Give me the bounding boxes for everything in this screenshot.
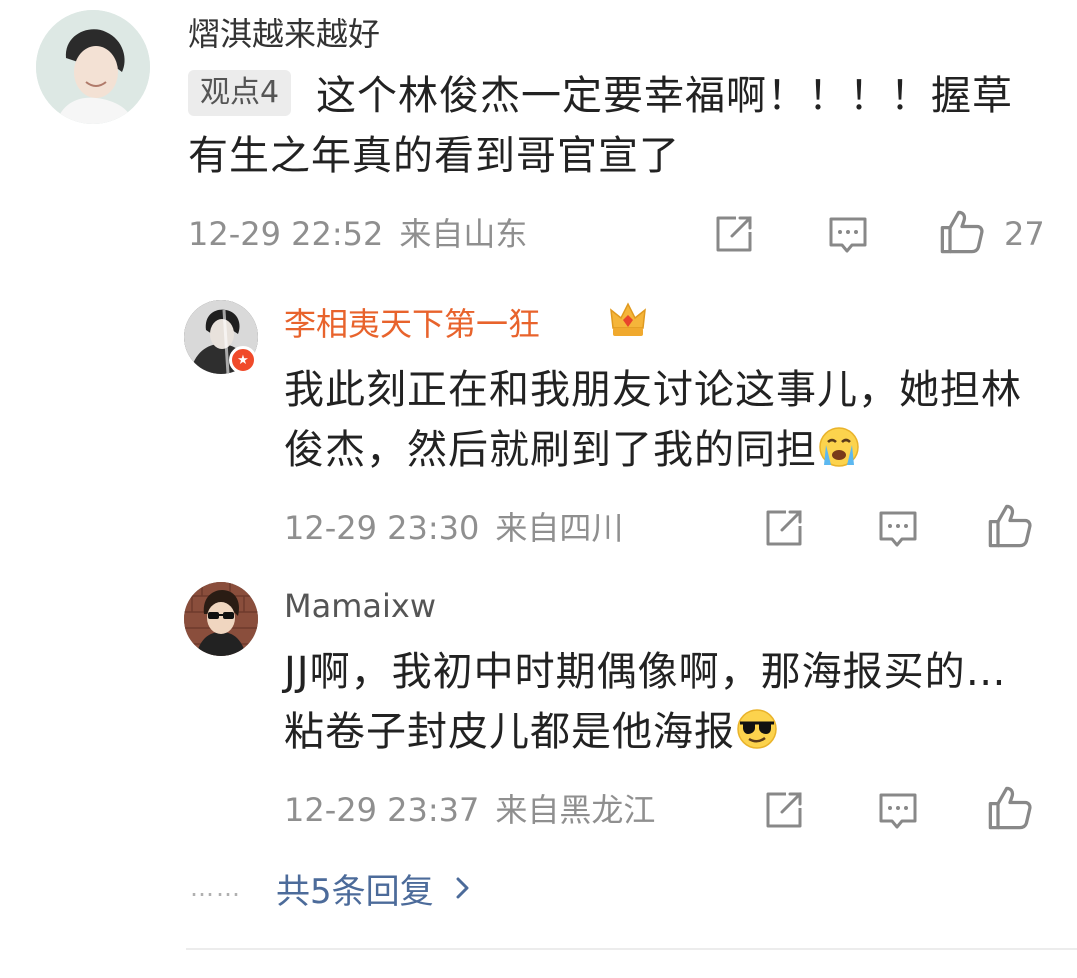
divider: [186, 948, 1077, 950]
sunglasses-face-icon: [737, 709, 777, 749]
avatar[interactable]: [36, 10, 150, 124]
like-count: 27: [1004, 215, 1045, 253]
reply-username[interactable]: 李相夷天下第一狂: [284, 304, 540, 344]
view-all-replies-link[interactable]: …… 共5条回复: [190, 864, 472, 913]
reply-location: 来自四川: [495, 509, 624, 547]
comment-time: 12-29 22:52: [188, 215, 384, 253]
comment-thread: 熠淇越来越好 观点4 这个林俊杰一定要幸福啊！！！！握草有生之年真的看到哥官宣了…: [0, 0, 1077, 978]
thumbs-up-icon[interactable]: [986, 502, 1034, 550]
comment-icon[interactable]: [826, 212, 870, 256]
reply-location: 来自黑龙江: [495, 791, 656, 829]
chevron-right-icon[interactable]: [454, 873, 472, 903]
reply-meta: 12-29 23:37 来自黑龙江: [284, 790, 655, 830]
comment-username[interactable]: 熠淇越来越好: [188, 14, 380, 54]
reply-text: JJ啊，我初中时期偶像啊，那海报买的…粘卷子封皮儿都是他海报: [284, 649, 1007, 755]
comment-icon[interactable]: [876, 506, 920, 550]
share-icon[interactable]: [762, 788, 806, 832]
ellipsis-dots: ……: [190, 874, 242, 902]
reply-username[interactable]: Mamaixw: [284, 586, 436, 626]
reply-time: 12-29 23:30: [284, 509, 480, 547]
thumbs-up-icon[interactable]: [986, 784, 1034, 832]
comment-meta: 12-29 22:52 来自山东: [188, 214, 527, 254]
reply-meta: 12-29 23:30 来自四川: [284, 508, 623, 548]
thumbs-up-icon[interactable]: [938, 208, 986, 256]
crying-face-icon: [819, 427, 859, 467]
comment-location: 来自山东: [399, 215, 528, 253]
reply-avatar[interactable]: [184, 582, 258, 656]
comment-icon[interactable]: [876, 788, 920, 832]
share-icon[interactable]: [762, 506, 806, 550]
comment-text: 这个林俊杰一定要幸福啊！！！！握草有生之年真的看到哥官宣了: [188, 73, 1013, 179]
share-icon[interactable]: [712, 212, 756, 256]
reply-text: 我此刻正在和我朋友讨论这事儿，她担林俊杰，然后就刷到了我的同担: [284, 367, 1022, 473]
replies-count-label[interactable]: 共5条回复: [276, 864, 434, 913]
vip-badge-icon: ★: [229, 346, 257, 374]
reply-time: 12-29 23:37: [284, 791, 480, 829]
crown-icon[interactable]: [605, 298, 651, 344]
